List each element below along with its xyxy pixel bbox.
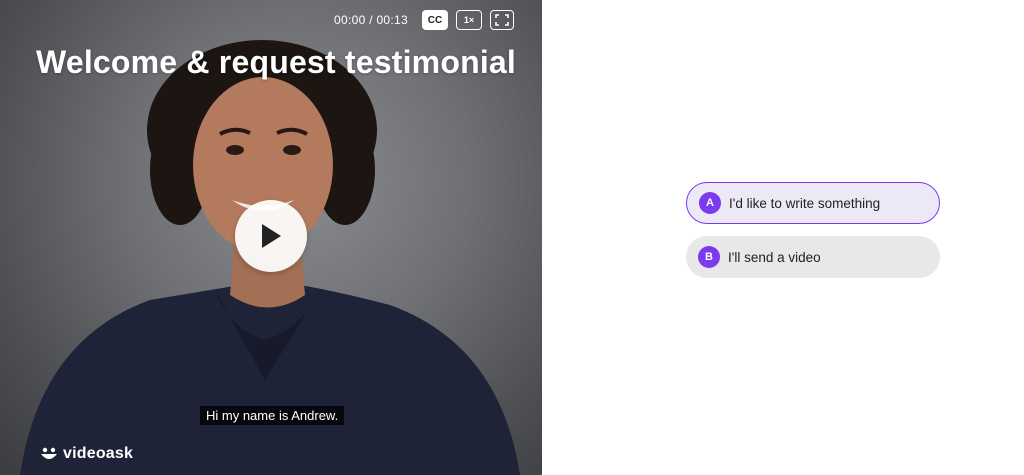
choice-letter-badge: A [699,192,721,214]
playback-speed-button[interactable]: 1× [456,10,482,30]
subtitle-caption: Hi my name is Andrew. [200,406,345,425]
choice-letter-badge: B [698,246,720,268]
choice-send-video[interactable]: B I'll send a video [686,236,940,278]
play-icon [262,224,281,248]
brand-name: videoask [63,445,134,462]
choice-label: I'd like to write something [729,195,881,211]
video-player[interactable]: 00:00 / 00:13 CC 1× Welcome & request te… [0,0,542,475]
answer-choices: A I'd like to write something B I'll sen… [686,182,940,290]
play-button[interactable] [235,200,307,272]
choice-label: I'll send a video [728,249,821,265]
smile-logo-icon [41,447,57,459]
player-controls: 00:00 / 00:13 CC 1× [334,10,514,30]
video-title: Welcome & request testimonial [36,44,517,80]
captions-button[interactable]: CC [422,10,448,30]
choice-write-something[interactable]: A I'd like to write something [686,182,940,224]
videoask-logo[interactable]: videoask [40,445,133,463]
fullscreen-button[interactable] [490,10,514,30]
fullscreen-icon [495,14,509,26]
playback-time: 00:00 / 00:13 [334,13,408,27]
